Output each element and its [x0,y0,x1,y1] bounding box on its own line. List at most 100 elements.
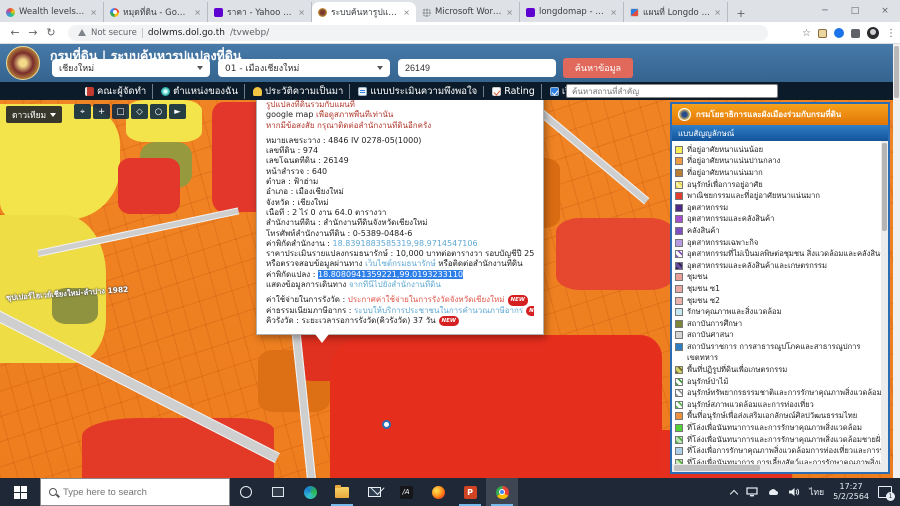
chrome-button[interactable] [486,478,518,506]
map-tool-button[interactable]: ◇ [131,104,148,119]
menu-item[interactable]: คณะผู้จัดทำ [85,84,146,99]
legend-swatch [675,181,683,189]
action-center-icon[interactable]: 1 [878,486,892,498]
browser-tab[interactable]: Wealth levels - introdu...× [0,2,104,22]
display-icon[interactable] [746,487,758,497]
start-button[interactable] [0,478,40,506]
popup-line: ราคาประเมินรายแปลงกรมธนารักษ์ : 10,000 บ… [266,249,534,259]
tab-title: Microsoft Word - 1.doc [435,7,502,17]
close-tab-icon[interactable]: × [298,8,305,17]
task-view-button[interactable] [262,478,294,506]
menu-item[interactable]: ประวัติความเป็นมา [244,84,343,99]
page-scrollbar[interactable] [893,44,900,478]
menu-item[interactable]: ตำแหน่งของฉัน [152,84,238,99]
close-tab-icon[interactable]: × [506,8,513,17]
new-badge: NEW [508,295,528,305]
legend-swatch [675,297,683,305]
popup-link[interactable]: 18.8391883585319,98.9714547106 [333,239,478,248]
browser-tab[interactable]: แผนที่ Longdo Map และ...× [624,2,728,22]
tray-expand-icon[interactable] [730,489,738,497]
scrollbar-thumb[interactable] [674,465,760,471]
forward-button[interactable]: → [24,24,42,42]
browser-tab[interactable]: หมุดที่ดิน - Google Sear...× [104,2,208,22]
browser-tab[interactable]: ระบบค้นหารูปแปลงที่ดิน× [312,2,416,22]
cortana-button[interactable] [230,478,262,506]
maximize-button[interactable]: □ [840,0,870,22]
popup-text: ราคาประเมินรายแปลงกรมธนารักษ์ : 10,000 บ… [266,249,534,258]
legend-item: ที่โล่งเพื่อการรักษาคุณภาพสิ่งแวดล้อมการ… [675,445,886,457]
profile-avatar-icon[interactable] [867,27,879,39]
close-tab-icon[interactable]: × [714,8,721,17]
map-tool-button[interactable]: ► [169,104,186,119]
map-pin-icon[interactable] [382,420,391,429]
form-icon [358,87,367,96]
new-tab-button[interactable]: + [732,4,750,22]
check-blue-icon [550,87,559,96]
legend-swatch [675,285,683,293]
dark-app-button[interactable]: /A [390,478,422,506]
browser-tab[interactable]: ราคา - Yahoo Search R...× [208,2,312,22]
legend-item-label: อนุรักษ์ทรัพยากรธรรมชาติและการรักษาคุณภา… [687,387,882,399]
popup-link[interactable]: ระบบให้บริการประชาชนในการคำนวณภาษีอากร [354,306,523,315]
url-field[interactable]: Not secure dolwms.dol.go.th/tvwebp/ [68,25,768,41]
legend-vertical-scrollbar[interactable] [881,141,888,466]
file-explorer-button[interactable] [326,478,358,506]
language-indicator[interactable]: ไทย [809,485,824,499]
scrollbar-thumb[interactable] [894,46,899,98]
popup-link[interactable]: จากที่นี่ไปยังสำนักงานที่ดิน [349,280,441,289]
mail-button[interactable] [358,478,390,506]
search-data-button[interactable]: ค้นหาข้อมูล [563,58,633,78]
close-window-button[interactable]: × [870,0,900,22]
url-host: dolwms.dol.go.th [148,28,225,38]
legend-item-label: สถาบันราชการ การสาธารณูปโภคและสาธารณูปกา… [687,341,861,353]
browser-menu-icon[interactable]: ⋮ [886,28,896,39]
close-tab-icon[interactable]: × [610,8,617,17]
map-tool-button[interactable]: + [93,104,110,119]
parcel-number-input[interactable] [398,59,556,77]
google-icon [110,8,119,17]
clock[interactable]: 17:27 5/2/2564 [833,482,869,502]
province-select[interactable]: เชียงใหม่ [52,59,210,77]
bookmark-star-icon[interactable]: ☆ [802,28,811,39]
powerpoint-button[interactable]: P [454,478,486,506]
popup-link[interactable]: ประกาศค่าใช้จ่ายในการรังวัดจังหวัดเชียงใ… [348,295,505,304]
extension-icon[interactable] [818,29,827,38]
branch-select[interactable]: 01 - เมืองเชียงใหม่ [218,59,390,77]
history-icon [253,87,262,96]
extension-icon[interactable] [851,29,860,38]
yahoo-icon [214,8,223,17]
reload-button[interactable]: ↻ [42,24,60,42]
legend-horizontal-scrollbar[interactable] [672,464,888,472]
speaker-icon[interactable] [788,487,800,497]
edge-button[interactable] [294,478,326,506]
close-tab-icon[interactable]: × [90,8,97,17]
taskbar-search[interactable] [40,478,230,506]
popup-text: หมายเลขระวาง : 4846 IV 0278-05(1000) [266,136,421,145]
back-button[interactable]: ← [6,24,24,42]
close-tab-icon[interactable]: × [194,8,201,17]
menu-item[interactable]: แบบประเมินความพึงพอใจ [349,84,477,99]
divider [142,28,143,38]
not-secure-icon [78,29,86,36]
legend-item-label: พาณิชยกรรมและที่อยู่อาศัยหนาแน่นมาก [687,190,820,202]
map-tool-button[interactable]: □ [112,104,129,119]
map-tool-button[interactable]: ○ [150,104,167,119]
taskbar-search-input[interactable] [63,487,213,498]
popup-line: อำเภอ : เมืองเชียงใหม่ [266,187,534,197]
firefox-button[interactable] [422,478,454,506]
map-canvas[interactable]: ซุปเปอร์ไฮเวย์เชียงใหม่-ลำปาง 1982 ดาวเท… [0,100,900,478]
scrollbar-thumb[interactable] [882,143,887,231]
legend-item-label: สถาบันศาสนา [687,329,734,341]
browser-tab[interactable]: Microsoft Word - 1.doc × [416,2,520,22]
browser-tab[interactable]: longdomap - Yahoo Se...× [520,2,624,22]
place-search-input[interactable] [566,84,778,98]
menu-item[interactable]: Rating [483,86,535,97]
satellite-layer-button[interactable]: ดาวเทียม [6,106,62,123]
popup-link[interactable]: เว็บไซต์กรมธนารักษ์ [365,259,436,268]
minimize-button[interactable]: ─ [810,0,840,22]
map-tool-button[interactable]: ⌖ [74,104,91,119]
extension-icon[interactable] [834,28,844,38]
onedrive-cloud-icon[interactable] [767,488,779,497]
close-tab-icon[interactable]: × [403,8,410,17]
legend-item: ชุมชน ซ2 [675,295,886,307]
